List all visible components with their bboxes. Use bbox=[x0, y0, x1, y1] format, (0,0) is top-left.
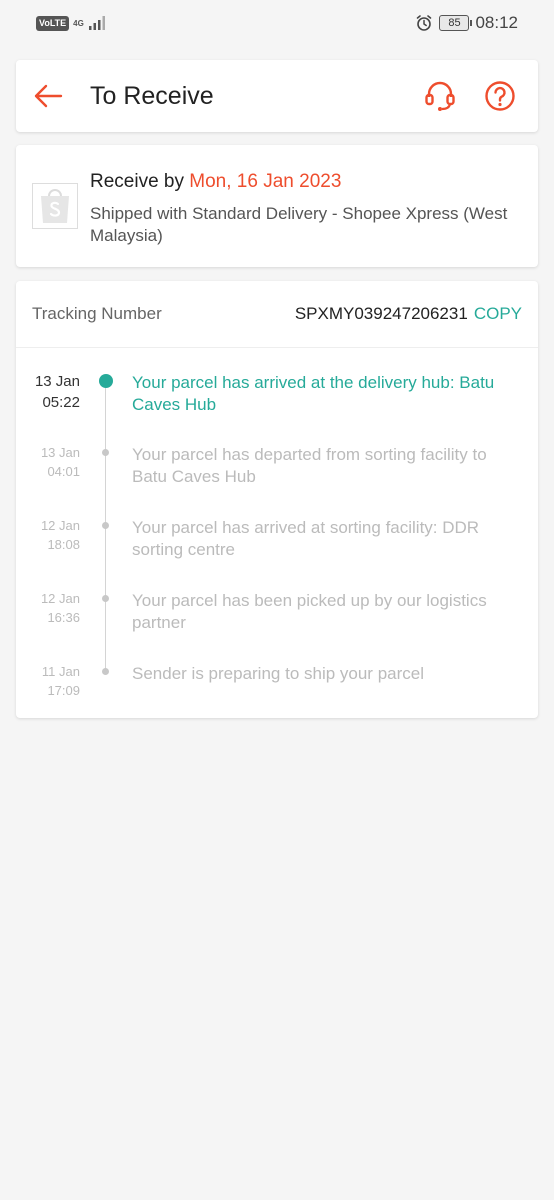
event-date: 13 Jan bbox=[40, 445, 80, 460]
headset-icon bbox=[425, 81, 455, 111]
event-time: 16:36 bbox=[47, 610, 80, 625]
event-description: Your parcel has arrived at the delivery … bbox=[132, 373, 495, 414]
page-title: To Receive bbox=[90, 81, 214, 110]
event-time: 05:22 bbox=[42, 394, 80, 411]
tracking-number-group: SPXMY039247206231 COPY bbox=[295, 304, 522, 324]
tracking-number-row: Tracking Number SPXMY039247206231 COPY bbox=[16, 281, 538, 348]
event-time: 18:08 bbox=[47, 537, 80, 552]
event-description: Your parcel has departed from sorting fa… bbox=[132, 445, 487, 486]
shipping-method: Shipped with Standard Delivery - Shopee … bbox=[90, 204, 508, 245]
app-header: To Receive bbox=[16, 60, 538, 132]
event-time: 17:09 bbox=[47, 683, 80, 698]
tracking-number-label: Tracking Number bbox=[32, 304, 162, 323]
event-description: Sender is preparing to ship your parcel bbox=[132, 664, 424, 683]
event-dot-active bbox=[99, 374, 113, 388]
network-indicators: VoLTE 4G bbox=[36, 15, 108, 31]
volte-badge: VoLTE bbox=[36, 15, 70, 31]
event-time: 04:01 bbox=[47, 464, 80, 479]
event-datetime: 13 Jan 04:01 bbox=[16, 443, 80, 481]
help-button[interactable] bbox=[470, 60, 530, 132]
network-type: 4G bbox=[73, 18, 84, 28]
tracking-number: SPXMY039247206231 bbox=[294, 304, 468, 323]
event-dot bbox=[102, 522, 109, 529]
question-icon bbox=[485, 81, 515, 111]
receive-by-line: Receive by Mon, 16 Jan 2023 bbox=[90, 171, 341, 193]
event-description: Your parcel has arrived at sorting facil… bbox=[132, 518, 480, 559]
event-date: 12 Jan bbox=[40, 591, 80, 606]
status-right: 85 08:12 bbox=[415, 13, 518, 33]
copy-button[interactable]: COPY bbox=[474, 304, 522, 324]
shopee-bag-icon bbox=[32, 183, 78, 229]
tracking-card: Tracking Number SPXMY039247206231 COPY 1… bbox=[16, 281, 538, 718]
support-button[interactable] bbox=[410, 60, 470, 132]
clock: 08:12 bbox=[475, 13, 518, 32]
arrow-left-icon bbox=[34, 84, 63, 108]
event-dot bbox=[102, 449, 109, 456]
alarm-icon bbox=[417, 15, 432, 31]
event-date: 11 Jan bbox=[41, 664, 80, 679]
battery-indicator: 85 bbox=[439, 15, 473, 31]
event-datetime: 13 Jan 05:22 bbox=[16, 371, 80, 413]
back-button[interactable] bbox=[16, 60, 80, 132]
event-datetime: 11 Jan 17:09 bbox=[16, 662, 80, 700]
event-description: Your parcel has been picked up by our lo… bbox=[132, 591, 487, 632]
event-dot bbox=[102, 668, 109, 675]
signal-icon bbox=[88, 16, 105, 30]
receive-by-label: Receive by bbox=[90, 171, 190, 192]
event-datetime: 12 Jan 16:36 bbox=[16, 589, 80, 627]
event-dot bbox=[102, 595, 109, 602]
event-date: 12 Jan bbox=[40, 518, 80, 533]
event-datetime: 12 Jan 18:08 bbox=[16, 516, 80, 554]
delivery-info-card: Receive by Mon, 16 Jan 2023 Shipped with… bbox=[16, 145, 538, 267]
event-date: 13 Jan bbox=[34, 373, 80, 390]
status-bar: VoLTE 4G 85 08:12 bbox=[0, 0, 554, 46]
receive-date: Mon, 16 Jan 2023 bbox=[189, 171, 342, 192]
